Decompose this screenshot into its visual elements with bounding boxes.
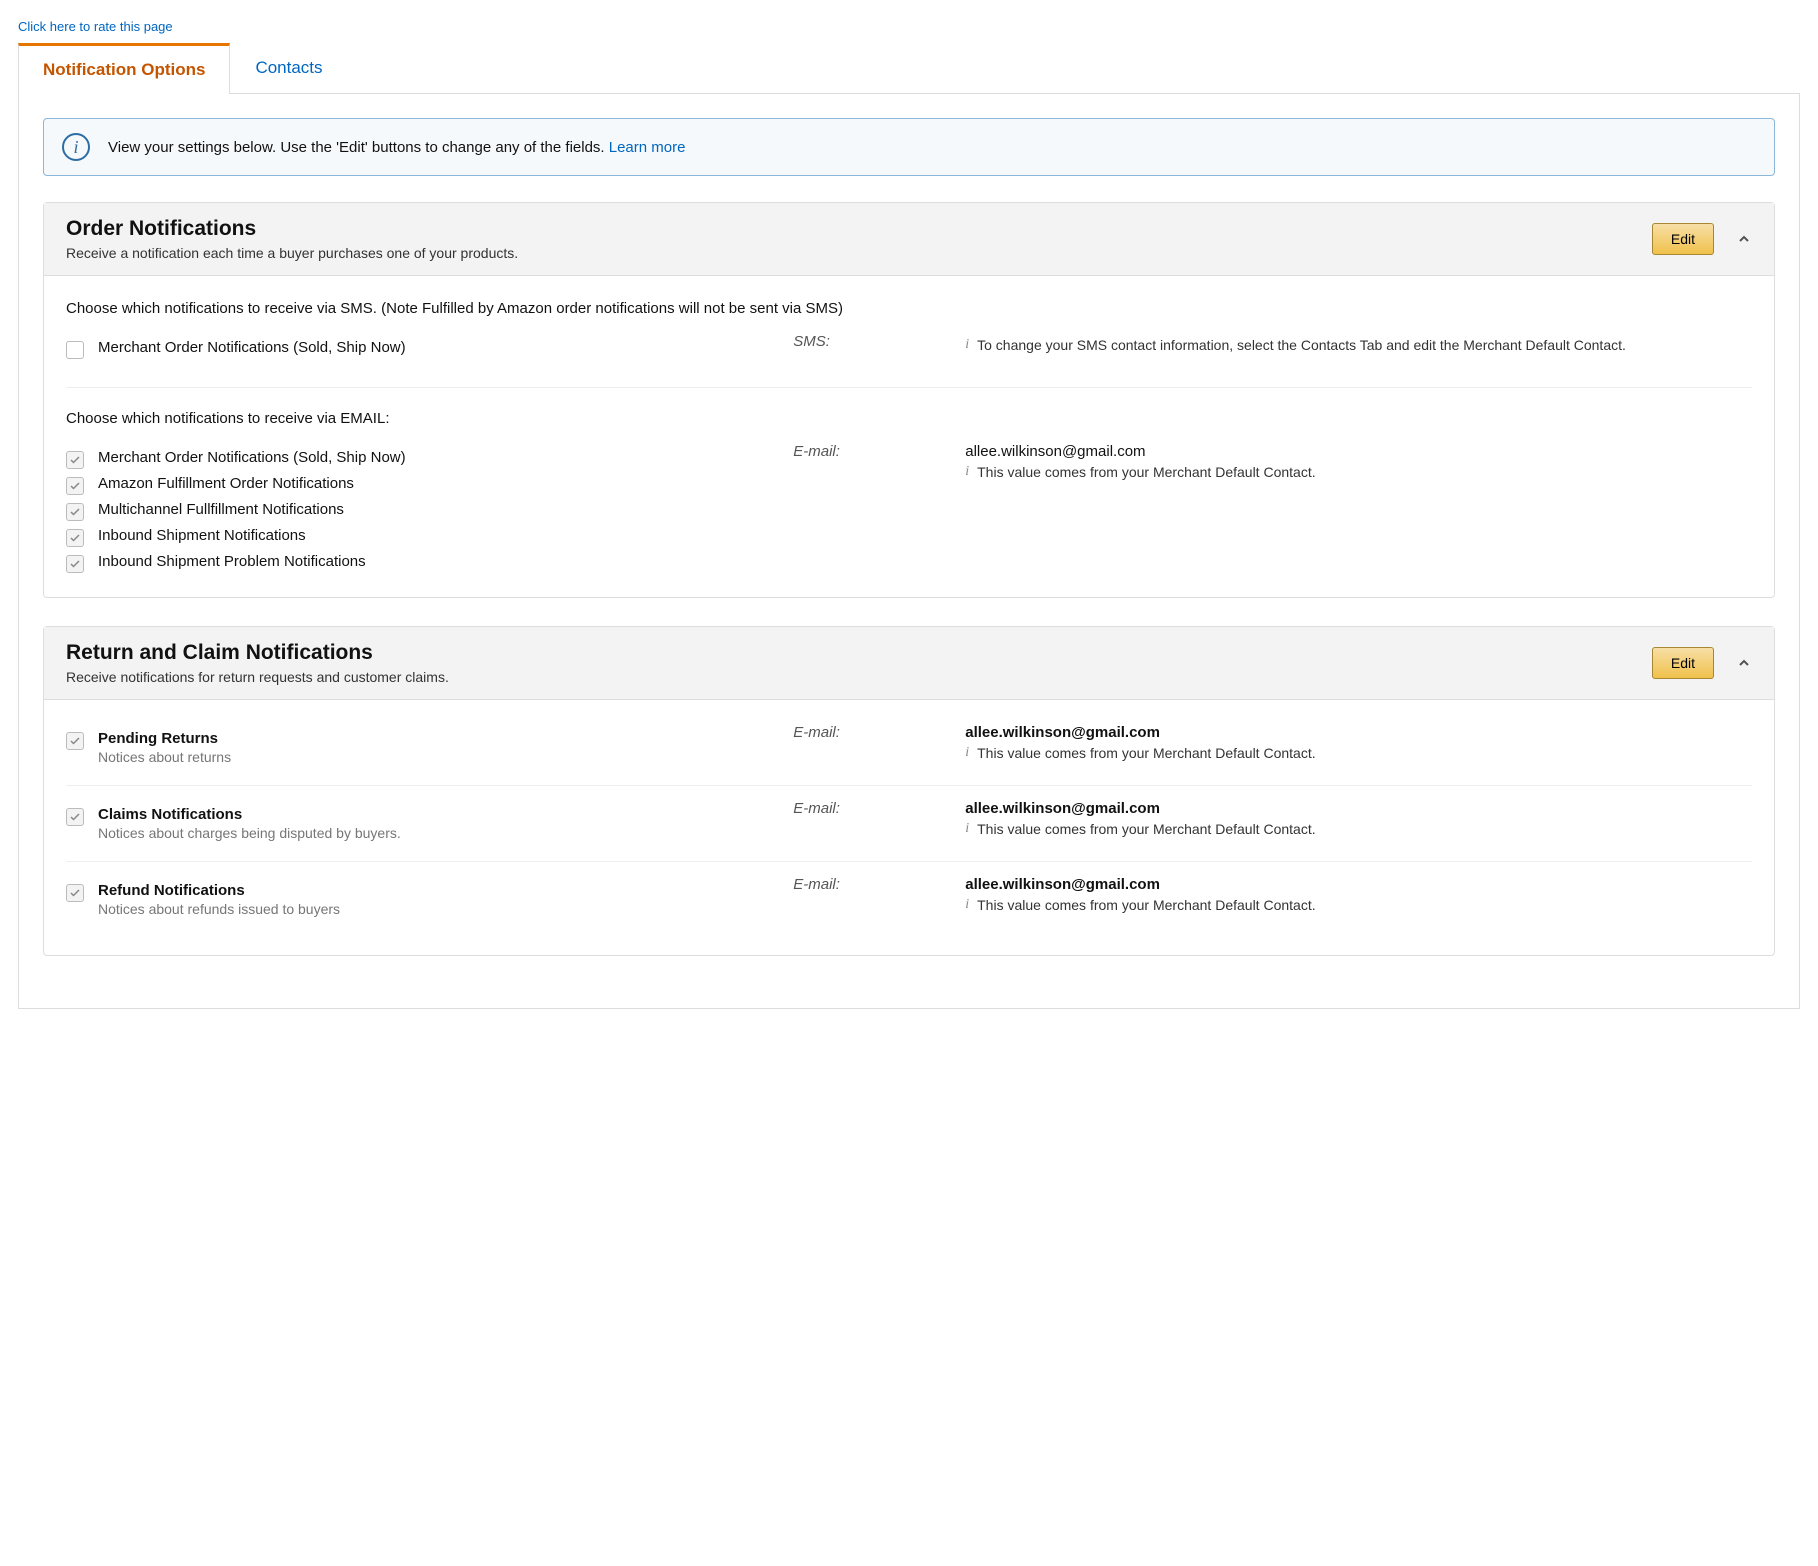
- email-value: allee.wilkinson@gmail.com: [965, 724, 1752, 741]
- email-item-label: Inbound Shipment Problem Notifications: [98, 553, 366, 570]
- list-item: Inbound Shipment Problem Notifications: [66, 553, 781, 573]
- email-item-label: Merchant Order Notifications (Sold, Ship…: [98, 449, 406, 466]
- rate-page-link[interactable]: Click here to rate this page: [18, 19, 173, 34]
- page-container: i View your settings below. Use the 'Edi…: [18, 94, 1800, 1009]
- chevron-up-icon[interactable]: [1736, 231, 1752, 247]
- email-col-label: E-mail:: [793, 443, 953, 460]
- email-block: Merchant Order Notifications (Sold, Ship…: [66, 443, 1752, 579]
- email-hint-text: This value comes from your Merchant Defa…: [977, 745, 1315, 761]
- sms-row: Merchant Order Notifications (Sold, Ship…: [66, 333, 1752, 365]
- tab-bar: Notification Options Contacts: [18, 42, 1800, 94]
- tab-contacts[interactable]: Contacts: [230, 43, 347, 94]
- info-icon: i: [62, 133, 90, 161]
- sms-col-label: SMS:: [793, 333, 953, 350]
- checkbox-email-inbound-problem[interactable]: [66, 555, 84, 573]
- order-panel-subtitle: Receive a notification each time a buyer…: [66, 245, 1652, 261]
- list-item: Merchant Order Notifications (Sold, Ship…: [66, 449, 781, 469]
- email-value: allee.wilkinson@gmail.com: [965, 800, 1752, 817]
- return-panel-subtitle: Receive notifications for return request…: [66, 669, 1652, 685]
- sms-hint: i To change your SMS contact information…: [965, 337, 1752, 353]
- email-col-label: E-mail:: [793, 724, 953, 741]
- sms-merchant-order-label: Merchant Order Notifications (Sold, Ship…: [98, 339, 406, 356]
- list-item: Amazon Fulfillment Order Notifications: [66, 475, 781, 495]
- return-panel-title: Return and Claim Notifications: [66, 641, 1652, 665]
- checkbox-email-inbound-shipment[interactable]: [66, 529, 84, 547]
- checkbox-claims-notifications[interactable]: [66, 808, 84, 826]
- sms-col-right: i To change your SMS contact information…: [965, 333, 1752, 353]
- learn-more-link[interactable]: Learn more: [609, 139, 686, 156]
- order-panel-header: Order Notifications Receive a notificati…: [44, 203, 1774, 276]
- email-item-label: Inbound Shipment Notifications: [98, 527, 306, 544]
- sms-section-label: Choose which notifications to receive vi…: [66, 300, 1752, 317]
- return-claim-panel: Return and Claim Notifications Receive n…: [43, 626, 1775, 956]
- email-col-label: E-mail:: [793, 800, 953, 817]
- return-item-pending: Pending Returns Notices about returns E-…: [66, 718, 1752, 786]
- checkbox-email-merchant-order[interactable]: [66, 451, 84, 469]
- email-checkbox-list: Merchant Order Notifications (Sold, Ship…: [66, 443, 781, 579]
- return-item-sub: Notices about charges being disputed by …: [98, 825, 401, 841]
- return-item-sub: Notices about returns: [98, 749, 231, 765]
- email-item-label: Multichannel Fullfillment Notifications: [98, 501, 344, 518]
- order-panel-title: Order Notifications: [66, 217, 1652, 241]
- chevron-up-icon[interactable]: [1736, 655, 1752, 671]
- checkbox-email-amazon-fulfillment[interactable]: [66, 477, 84, 495]
- info-banner: i View your settings below. Use the 'Edi…: [43, 118, 1775, 176]
- email-col-right: allee.wilkinson@gmail.com i This value c…: [965, 443, 1752, 480]
- return-edit-button[interactable]: Edit: [1652, 647, 1714, 679]
- return-panel-header: Return and Claim Notifications Receive n…: [44, 627, 1774, 700]
- order-edit-button[interactable]: Edit: [1652, 223, 1714, 255]
- info-icon-small: i: [965, 464, 969, 480]
- email-hint: i This value comes from your Merchant De…: [965, 464, 1752, 480]
- order-notifications-panel: Order Notifications Receive a notificati…: [43, 202, 1775, 598]
- email-col-label: E-mail:: [793, 876, 953, 893]
- list-item: Inbound Shipment Notifications: [66, 527, 781, 547]
- info-icon-small: i: [965, 897, 969, 913]
- tab-notification-options[interactable]: Notification Options: [18, 43, 230, 94]
- info-icon-small: i: [965, 821, 969, 837]
- info-icon-small: i: [965, 745, 969, 761]
- email-section-label: Choose which notifications to receive vi…: [66, 410, 1752, 427]
- checkbox-refund-notifications[interactable]: [66, 884, 84, 902]
- info-banner-msg: View your settings below. Use the 'Edit'…: [108, 139, 609, 156]
- email-value: allee.wilkinson@gmail.com: [965, 443, 1752, 460]
- sms-hint-text: To change your SMS contact information, …: [977, 337, 1626, 353]
- list-item: Multichannel Fullfillment Notifications: [66, 501, 781, 521]
- email-hint-text: This value comes from your Merchant Defa…: [977, 821, 1315, 837]
- separator: [66, 387, 1752, 388]
- return-item-claims: Claims Notifications Notices about charg…: [66, 786, 1752, 862]
- return-item-title: Pending Returns: [98, 730, 231, 747]
- checkbox-sms-merchant-order[interactable]: [66, 341, 84, 359]
- email-hint-text: This value comes from your Merchant Defa…: [977, 897, 1315, 913]
- email-hint-text: This value comes from your Merchant Defa…: [977, 464, 1315, 480]
- checkbox-email-multichannel[interactable]: [66, 503, 84, 521]
- email-item-label: Amazon Fulfillment Order Notifications: [98, 475, 354, 492]
- return-item-title: Claims Notifications: [98, 806, 401, 823]
- order-panel-body: Choose which notifications to receive vi…: [44, 276, 1774, 597]
- info-banner-text: View your settings below. Use the 'Edit'…: [108, 139, 685, 156]
- info-icon-small: i: [965, 337, 969, 353]
- return-panel-body: Pending Returns Notices about returns E-…: [44, 700, 1774, 955]
- return-item-sub: Notices about refunds issued to buyers: [98, 901, 340, 917]
- checkbox-pending-returns[interactable]: [66, 732, 84, 750]
- return-item-title: Refund Notifications: [98, 882, 340, 899]
- email-value: allee.wilkinson@gmail.com: [965, 876, 1752, 893]
- return-item-refund: Refund Notifications Notices about refun…: [66, 862, 1752, 937]
- sms-merchant-order-row: Merchant Order Notifications (Sold, Ship…: [66, 339, 781, 359]
